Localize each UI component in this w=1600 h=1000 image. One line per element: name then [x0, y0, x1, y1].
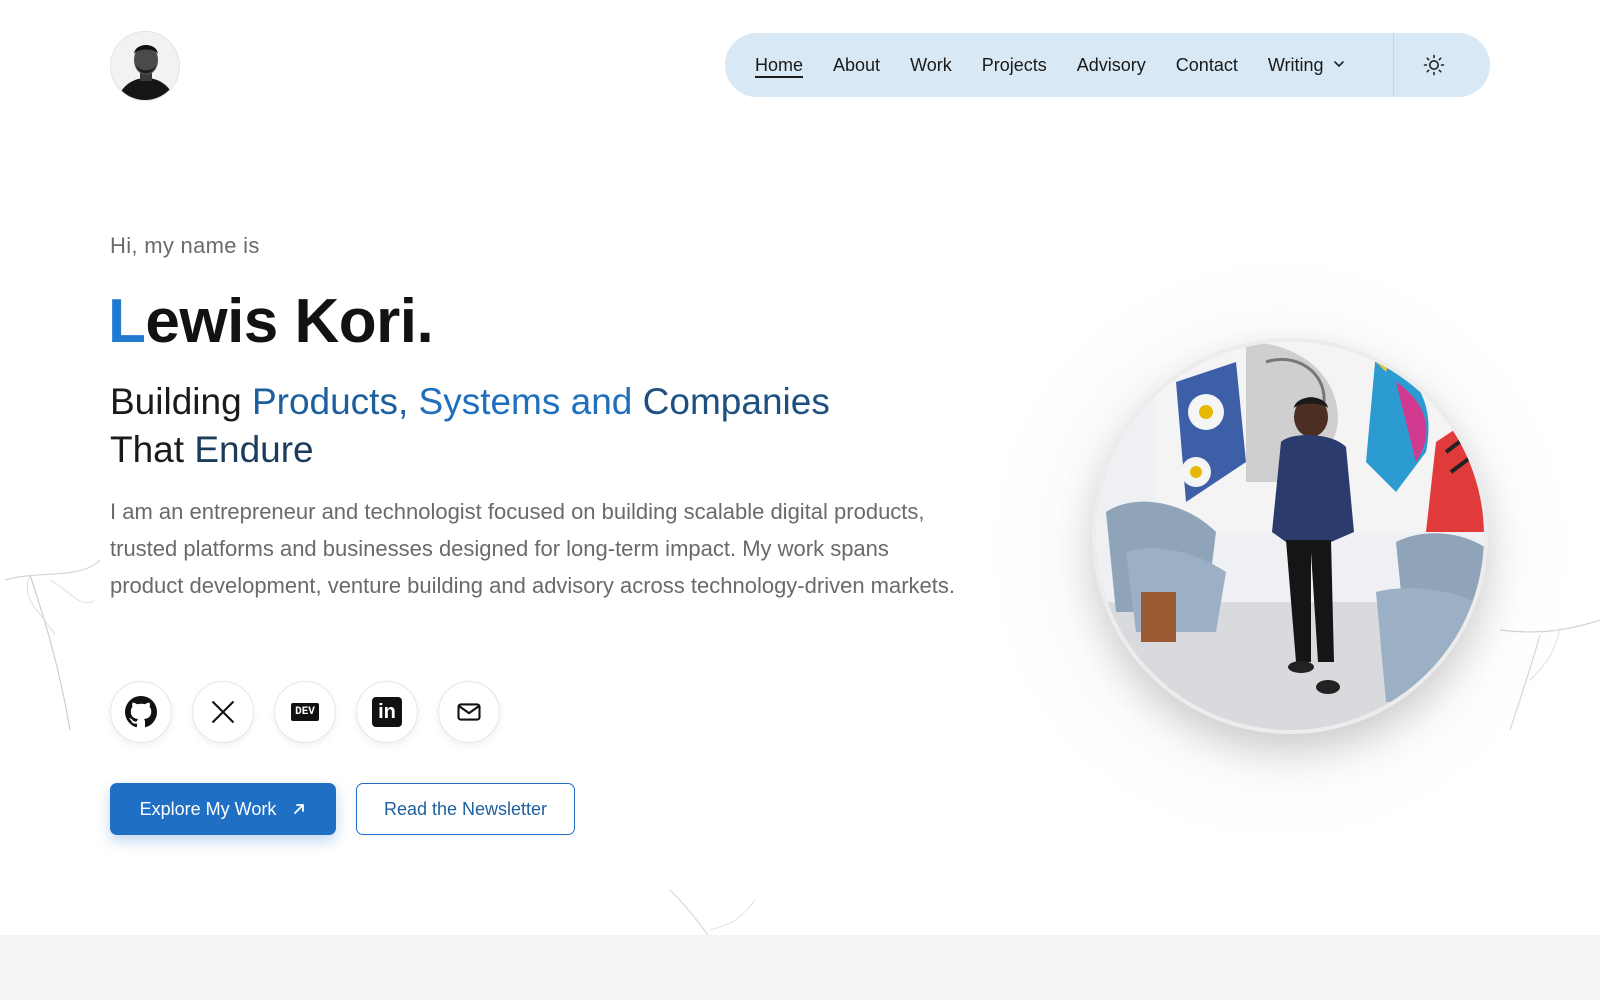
nav-work[interactable]: Work — [910, 55, 952, 76]
tagline-word: Building — [110, 381, 252, 422]
nav-divider — [1393, 33, 1394, 97]
social-links: DEV in — [110, 681, 520, 743]
avatar-portrait — [111, 32, 179, 100]
tagline-word: Systems and — [408, 381, 633, 422]
linkedin-icon-label: in — [372, 697, 402, 727]
nav-writing-dropdown[interactable]: Writing — [1268, 55, 1346, 76]
github-icon[interactable] — [110, 681, 172, 743]
nav-projects[interactable]: Projects — [982, 55, 1047, 76]
next-section-band — [0, 935, 1600, 1000]
nav-advisory[interactable]: Advisory — [1077, 55, 1146, 76]
sun-icon[interactable] — [1422, 53, 1446, 77]
hero-greeting: Hi, my name is — [110, 233, 260, 258]
hero-name-rest: ewis Kori. — [145, 287, 434, 356]
x-icon[interactable] — [192, 681, 254, 743]
read-newsletter-label: Read the Newsletter — [383, 798, 548, 819]
mail-icon[interactable] — [438, 681, 500, 743]
tagline-word: That — [110, 429, 185, 470]
nav-contact[interactable]: Contact — [1176, 55, 1238, 76]
arrow-up-right-icon — [292, 802, 306, 816]
hero-portrait-image — [1096, 342, 1484, 730]
hero-intro: I am an entrepreneur and technologist fo… — [110, 499, 956, 598]
dev-icon-label: DEV — [291, 703, 319, 721]
hero-name-initial: L — [108, 287, 146, 356]
dev-icon[interactable]: DEV — [274, 681, 336, 743]
explore-work-button[interactable]: Explore My Work — [110, 783, 336, 835]
read-newsletter-button[interactable]: Read the Newsletter — [356, 783, 575, 835]
explore-work-label: Explore My Work — [139, 798, 277, 819]
hero-tagline: Building Products, Systems and Companies… — [110, 378, 940, 474]
tagline-word: Companies — [632, 381, 830, 422]
nav-home[interactable]: Home — [755, 55, 803, 76]
hero-name: Lewis Kori. — [108, 286, 434, 357]
nav-about[interactable]: About — [833, 55, 880, 76]
linkedin-icon[interactable]: in — [356, 681, 418, 743]
main-nav: Home About Work Projects Advisory Contac… — [725, 33, 1490, 97]
nav-writing-label: Writing — [1267, 54, 1324, 75]
tagline-word: Products, — [251, 381, 409, 422]
tagline-word: Endure — [184, 429, 314, 470]
hero-portrait — [1092, 338, 1488, 734]
feather-decoration — [4, 559, 101, 731]
avatar[interactable] — [110, 31, 180, 101]
page: Home About Work Projects Advisory Contac… — [0, 0, 1600, 1000]
chevron-down-icon — [1332, 55, 1346, 76]
